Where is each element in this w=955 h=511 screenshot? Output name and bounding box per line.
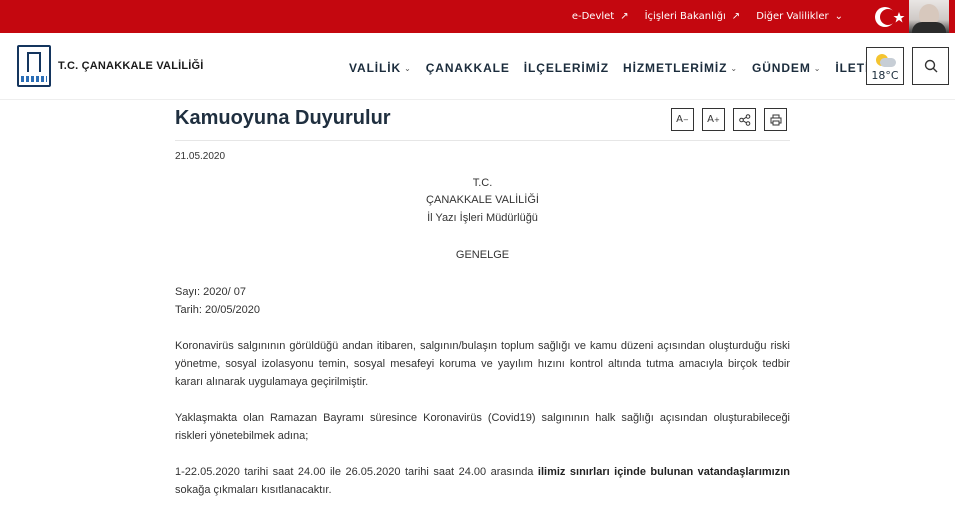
chevron-down-icon: ⌄ — [834, 11, 843, 22]
weather-temp: 18°C — [871, 69, 899, 82]
search-button[interactable] — [912, 47, 949, 85]
nav-item-valilik[interactable]: VALİLİK ⌄ — [349, 61, 412, 75]
doc-heading-genelge: GENELGE — [455, 249, 510, 261]
font-increase-button[interactable]: A + — [702, 108, 725, 131]
doc-heading-tc: T.C. — [472, 177, 493, 189]
publish-date: 21.05.2020 — [175, 151, 226, 162]
turkish-flag-icon — [875, 7, 905, 27]
share-icon — [738, 113, 750, 126]
edevlet-label: e-Devlet — [571, 11, 615, 22]
diger-valilikler-label: Diğer Valilikler — [756, 11, 829, 22]
weather-widget[interactable]: 18°C — [866, 47, 904, 85]
top-bar: e-Devlet ↗ İçişleri Bakanlığı ↗ Diğer Va… — [0, 0, 955, 33]
print-button[interactable] — [764, 108, 787, 131]
doc-paragraph-2: Yaklaşmakta olan Ramazan Bayramı süresin… — [175, 412, 790, 442]
external-link-icon: ↗ — [620, 11, 629, 22]
valilik-logo[interactable] — [17, 45, 51, 87]
site-brand[interactable]: T.C. ÇANAKKALE VALİLİĞİ — [58, 60, 204, 72]
diger-valilikler-dropdown[interactable]: Diğer Valilikler ⌄ — [756, 11, 843, 22]
top-links: e-Devlet ↗ İçişleri Bakanlığı ↗ Diğer Va… — [572, 0, 843, 33]
icisleri-label: İçişleri Bakanlığı — [644, 11, 726, 22]
site-header: T.C. ÇANAKKALE VALİLİĞİ VALİLİK ⌄ ÇANAKK… — [0, 33, 955, 100]
title-divider — [175, 140, 790, 141]
chevron-down-icon: ⌄ — [813, 63, 822, 73]
nav-item-gundem[interactable]: GÜNDEM ⌄ — [752, 61, 821, 75]
chevron-down-icon: ⌄ — [730, 63, 738, 73]
nav-item-canakkale[interactable]: ÇANAKKALE — [426, 61, 510, 75]
doc-heading-valilik: ÇANAKKALE VALİLİĞİ — [426, 194, 539, 206]
nav-item-hizmetlerimiz[interactable]: HİZMETLERİMİZ ⌄ — [623, 61, 738, 75]
chevron-down-icon: ⌄ — [404, 63, 412, 73]
doc-heading-mudurluk: İl Yazı İşleri Müdürlüğü — [427, 212, 538, 224]
icisleri-link[interactable]: İçişleri Bakanlığı ↗ — [645, 11, 741, 22]
article-tools: A − A + — [671, 108, 787, 131]
doc-sayi: Sayı: 2020/ 07 — [175, 286, 246, 298]
doc-paragraph-1: Koronavirüs salgınının görüldüğü andan i… — [175, 340, 790, 388]
page-title: Kamuoyuna Duyurulur — [175, 107, 391, 129]
font-decrease-button[interactable]: A − — [671, 108, 694, 131]
ataturk-portrait — [909, 0, 949, 33]
printer-icon — [770, 114, 781, 125]
doc-tarih: Tarih: 20/05/2020 — [175, 304, 261, 316]
main-nav: VALİLİK ⌄ ÇANAKKALE İLÇELERİMİZ HİZMETLE… — [349, 61, 893, 75]
share-button[interactable] — [733, 108, 756, 131]
doc-paragraph-3: 1-22.05.2020 tarihi saat 24.00 ile 26.05… — [175, 466, 790, 496]
search-icon — [924, 59, 937, 73]
external-link-icon: ↗ — [731, 11, 741, 22]
edevlet-link[interactable]: e-Devlet ↗ — [572, 11, 629, 22]
nav-item-ilcelerimiz[interactable]: İLÇELERİMİZ — [524, 61, 609, 75]
